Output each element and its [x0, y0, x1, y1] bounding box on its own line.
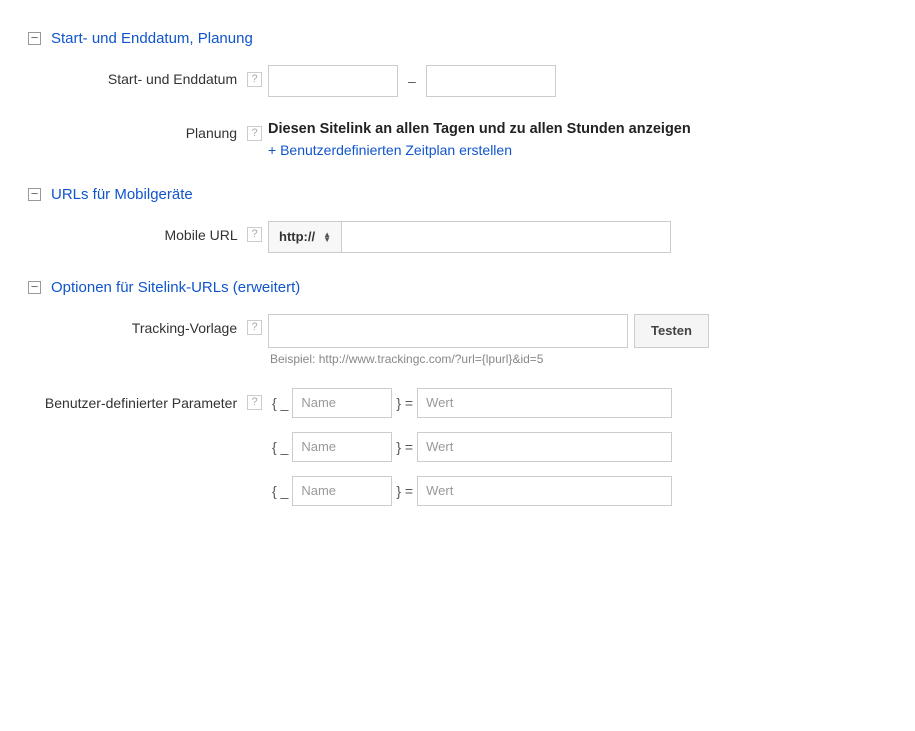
- tracking-example-text: Beispiel: http://www.trackingc.com/?url=…: [268, 352, 709, 366]
- param-name-input[interactable]: [292, 388, 392, 418]
- section-title-dates[interactable]: Start- und Enddatum, Planung: [51, 30, 253, 47]
- label-tracking-template: Tracking-Vorlage: [132, 320, 237, 336]
- date-range-separator: –: [408, 73, 416, 89]
- mobile-url-input[interactable]: [341, 221, 671, 253]
- param-value-input[interactable]: [417, 388, 672, 418]
- protocol-select-value: http://: [279, 229, 315, 244]
- test-button[interactable]: Testen: [634, 314, 709, 348]
- tracking-template-input[interactable]: [268, 314, 628, 348]
- label-mobile-url: Mobile URL: [164, 227, 237, 243]
- custom-param-row: { _ } =: [268, 388, 672, 418]
- collapse-dates-icon[interactable]: [28, 32, 41, 45]
- collapse-advanced-icon[interactable]: [28, 281, 41, 294]
- start-date-input[interactable]: [268, 65, 398, 97]
- brace-close: } =: [396, 395, 413, 411]
- brace-close: } =: [396, 483, 413, 499]
- param-name-input[interactable]: [292, 476, 392, 506]
- brace-close: } =: [396, 439, 413, 455]
- sort-icon: ▲▼: [323, 232, 331, 242]
- section-title-advanced[interactable]: Optionen für Sitelink-URLs (erweitert): [51, 279, 300, 296]
- custom-params-container: { _ } = { _ } = { _ } =: [268, 388, 672, 506]
- section-title-mobile[interactable]: URLs für Mobilgeräte: [51, 186, 193, 203]
- help-icon[interactable]: ?: [247, 395, 262, 410]
- brace-open: { _: [272, 395, 288, 411]
- label-custom-parameter: Benutzer-definierter Parameter: [45, 395, 237, 411]
- custom-param-row: { _ } =: [268, 476, 672, 506]
- help-icon[interactable]: ?: [247, 320, 262, 335]
- planning-current-text: Diesen Sitelink an allen Tagen und zu al…: [268, 119, 691, 139]
- protocol-select[interactable]: http:// ▲▼: [268, 221, 342, 253]
- custom-param-row: { _ } =: [268, 432, 672, 462]
- help-icon[interactable]: ?: [247, 126, 262, 141]
- collapse-mobile-icon[interactable]: [28, 188, 41, 201]
- param-name-input[interactable]: [292, 432, 392, 462]
- param-value-input[interactable]: [417, 432, 672, 462]
- help-icon[interactable]: ?: [247, 227, 262, 242]
- end-date-input[interactable]: [426, 65, 556, 97]
- brace-open: { _: [272, 439, 288, 455]
- param-value-input[interactable]: [417, 476, 672, 506]
- brace-open: { _: [272, 483, 288, 499]
- label-planning: Planung: [186, 125, 237, 141]
- help-icon[interactable]: ?: [247, 72, 262, 87]
- create-schedule-link[interactable]: + Benutzerdefinierten Zeitplan erstellen: [268, 139, 512, 161]
- label-start-end-date: Start- und Enddatum: [108, 71, 237, 87]
